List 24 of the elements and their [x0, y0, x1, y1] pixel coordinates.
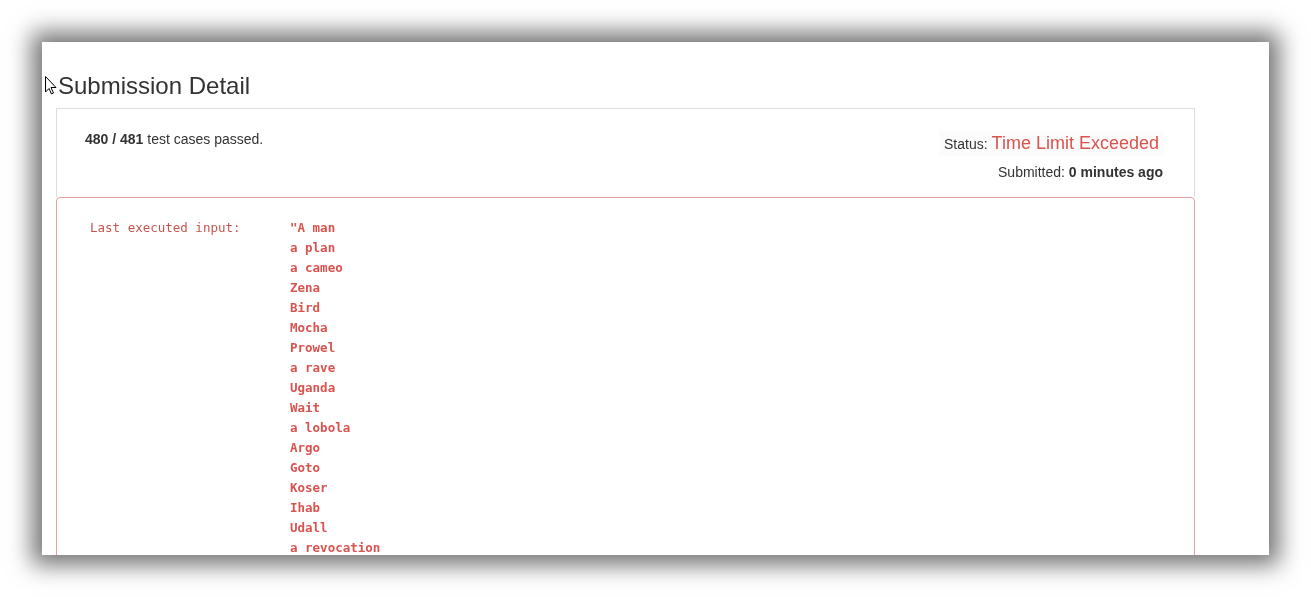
- input-line: a revocation: [290, 539, 381, 555]
- input-line: Uganda: [290, 379, 337, 397]
- status-label: Status:: [944, 136, 988, 152]
- input-line: Mocha: [290, 319, 329, 337]
- input-label: Last executed input:: [90, 219, 242, 237]
- mouse-pointer-icon: [45, 76, 57, 95]
- input-line: Goto: [290, 459, 322, 477]
- input-line: a rave: [290, 359, 337, 377]
- input-line: Bird: [290, 299, 322, 317]
- input-line: Prowel: [290, 339, 337, 357]
- input-line: "A man: [290, 219, 337, 237]
- input-line: Udall: [290, 519, 329, 537]
- status-value: Time Limit Exceeded: [991, 133, 1159, 154]
- submitted-time: Submitted: 0 minutes ago: [998, 164, 1163, 180]
- input-line: a plan: [290, 239, 337, 257]
- input-line: Koser: [290, 479, 329, 497]
- input-line: a cameo: [290, 259, 344, 277]
- input-line: Wait: [290, 399, 322, 417]
- input-line: Ihab: [290, 499, 322, 517]
- input-line: a lobola: [290, 419, 352, 437]
- input-line: Argo: [290, 439, 322, 457]
- input-line: Zena: [290, 279, 322, 297]
- test-cases-passed: 480 / 481 test cases passed.: [85, 131, 264, 149]
- page-title: Submission Detail: [58, 72, 251, 100]
